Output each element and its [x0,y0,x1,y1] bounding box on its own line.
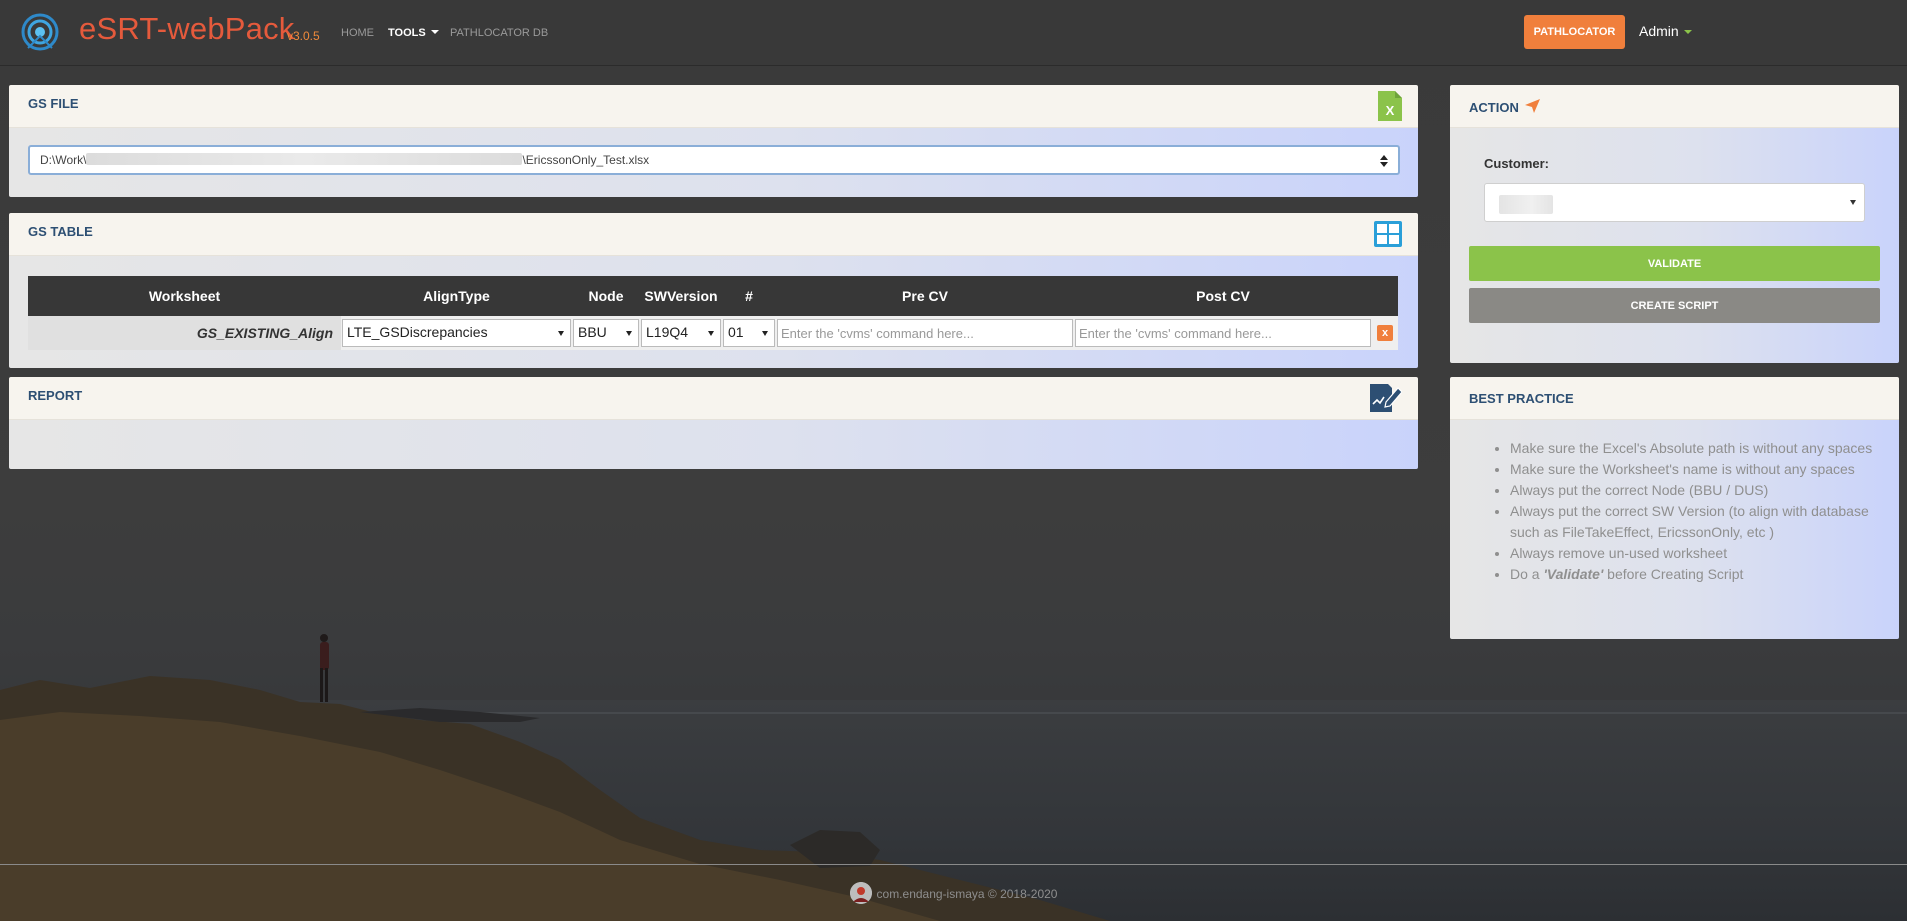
gs-file-path-select[interactable]: D:\Work\ \EricssonOnly_Test.xlsx [28,145,1400,175]
item-emphasis: 'Validate' [1543,566,1604,582]
gs-file-body: D:\Work\ \EricssonOnly_Test.xlsx [9,128,1418,197]
chevron-down-icon [1683,30,1692,34]
action-title: ACTION [1469,99,1541,115]
header-node: Node [572,276,640,316]
dropdown-arrow-icon [558,331,564,336]
gs-file-title: GS FILE [28,96,79,111]
svg-text:X: X [1386,103,1395,118]
item-prefix: Do a [1510,566,1544,582]
footer-text: com.endang-ismaya © 2018-2020 [876,887,1058,901]
footer-divider [0,864,1907,865]
admin-label: Admin [1639,23,1679,39]
sort-arrows-icon [1380,155,1388,167]
best-practice-list: Make sure the Excel's Absolute path is w… [1510,438,1895,585]
header-pre-cv: Pre CV [776,276,1074,316]
chevron-down-icon [430,30,439,34]
footer-avatar-icon [849,882,872,904]
redacted-customer [1499,195,1553,214]
aligntype-value: LTE_GSDiscrepancies [347,324,488,340]
list-item: Always put the correct SW Version (to al… [1510,501,1895,543]
action-title-text: ACTION [1469,100,1519,115]
header-actions [1372,276,1398,316]
swversion-value: L19Q4 [646,324,689,340]
action-body: Customer: VALIDATE CREATE SCRIPT [1450,128,1899,363]
header-aligntype: AlignType [341,276,572,316]
list-item: Always remove un-used worksheet [1510,543,1895,564]
path-prefix: D:\Work\ [40,153,87,167]
dropdown-arrow-icon [762,331,768,336]
gs-file-header: GS FILE X [9,85,1418,128]
gs-table-body: Worksheet AlignType Node SWVersion # Pre… [9,256,1418,368]
redacted-path [86,153,523,165]
header-swversion: SWVersion [640,276,722,316]
action-header: ACTION [1450,85,1899,128]
report-title: REPORT [28,388,83,403]
report-edit-icon [1370,384,1402,412]
nav-pathlocator-db[interactable]: PATHLOCATOR DB [450,27,548,39]
best-practice-body: Make sure the Excel's Absolute path is w… [1450,420,1899,639]
paper-plane-icon [1525,99,1541,113]
dropdown-arrow-icon [626,331,632,336]
best-practice-title: BEST PRACTICE [1469,391,1574,406]
customer-label: Customer: [1484,156,1550,171]
validate-button[interactable]: VALIDATE [1469,246,1880,281]
nav-tools[interactable]: TOOLS [388,27,439,39]
best-practice-header: BEST PRACTICE [1450,377,1899,420]
best-practice-panel: BEST PRACTICE Make sure the Excel's Abso… [1450,377,1899,639]
admin-menu[interactable]: Admin [1639,23,1692,39]
gs-table-panel: GS TABLE Worksheet AlignType Node SWVers… [9,213,1418,368]
number-value: 01 [728,324,744,340]
dropdown-arrow-icon [1850,200,1856,205]
list-item: Make sure the Excel's Absolute path is w… [1510,438,1895,459]
header-worksheet: Worksheet [28,276,341,316]
node-value: BBU [578,324,607,340]
excel-file-icon: X [1378,91,1402,121]
customer-select[interactable] [1484,183,1865,222]
node-select[interactable]: BBU [573,319,639,347]
nav-tools-label: TOOLS [388,27,426,39]
footer: com.endang-ismaya © 2018-2020 [0,882,1907,904]
header-number: # [722,276,776,316]
gs-table: Worksheet AlignType Node SWVersion # Pre… [28,276,1398,350]
table-header-row: Worksheet AlignType Node SWVersion # Pre… [28,276,1398,316]
table-grid-icon [1374,221,1402,247]
delete-row-button[interactable]: x [1377,325,1393,341]
gs-table-header: GS TABLE [9,213,1418,256]
table-row: GS_EXISTING_Align LTE_GSDiscrepancies BB… [28,316,1398,350]
app-version: v3.0.5 [287,29,320,43]
gs-table-title: GS TABLE [28,224,93,239]
background-person [320,634,329,702]
worksheet-name: GS_EXISTING_Align [28,316,341,350]
action-panel: ACTION Customer: VALIDATE CREATE SCRIPT [1450,85,1899,363]
nav-home[interactable]: HOME [341,27,374,39]
list-item: Make sure the Worksheet's name is withou… [1510,459,1895,480]
top-navbar: eSRT-webPack v3.0.5 HOME TOOLS PATHLOCAT… [0,0,1907,66]
report-body [9,420,1418,469]
app-brand[interactable]: eSRT-webPack [79,11,294,47]
swversion-select[interactable]: L19Q4 [641,319,721,347]
item-suffix: before Creating Script [1603,566,1744,582]
path-suffix: \EricssonOnly_Test.xlsx [522,153,650,167]
report-panel: REPORT [9,377,1418,469]
list-item: Always put the correct Node (BBU / DUS) [1510,480,1895,501]
create-script-button[interactable]: CREATE SCRIPT [1469,288,1880,323]
dropdown-arrow-icon [708,331,714,336]
number-select[interactable]: 01 [723,319,775,347]
gs-file-panel: GS FILE X D:\Work\ \EricssonOnly_Test.xls… [9,85,1418,197]
header-post-cv: Post CV [1074,276,1372,316]
aligntype-select[interactable]: LTE_GSDiscrepancies [342,319,571,347]
pathlocator-button[interactable]: PATHLOCATOR [1524,15,1625,49]
pre-cv-input[interactable]: Enter the 'cvms' command here... [777,319,1073,347]
report-header: REPORT [9,377,1418,420]
post-cv-input[interactable]: Enter the 'cvms' command here... [1075,319,1371,347]
logo-icon[interactable] [20,12,60,52]
list-item: Do a 'Validate' before Creating Script [1510,564,1895,585]
